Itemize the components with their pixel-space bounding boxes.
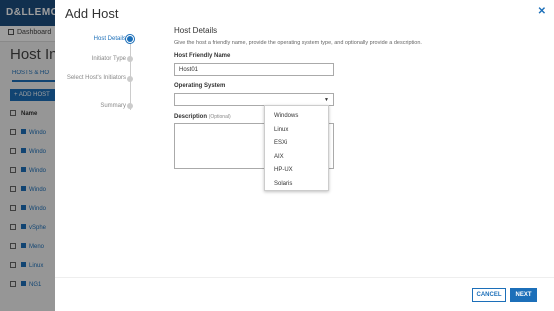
cancel-button[interactable]: CANCEL (472, 288, 506, 302)
os-option[interactable]: ESXi (265, 137, 330, 150)
host-name-label: Host Friendly Name (174, 53, 231, 59)
step-select-initiators[interactable]: Select Host's Initiators (56, 75, 126, 82)
step-initiator-type[interactable]: Initiator Type (56, 56, 126, 63)
os-label: Operating System (174, 83, 226, 89)
description-label-text: Description (174, 114, 208, 120)
next-button[interactable]: NEXT (510, 288, 537, 302)
os-option[interactable]: HP-UX (265, 164, 330, 177)
dialog-title: Add Host (65, 6, 119, 21)
footer-divider (55, 277, 554, 278)
os-option[interactable]: Windows (265, 110, 330, 123)
optional-hint: (Optional) (208, 114, 231, 120)
step-host-details[interactable]: Host Details (56, 36, 126, 43)
close-icon[interactable]: ✕ (538, 6, 546, 17)
wizard-stepper: Host Details Initiator Type Select Host'… (55, 30, 140, 120)
stepper-line (130, 40, 131, 110)
step-indicator (127, 103, 133, 109)
description-label: Description (Optional) (174, 114, 231, 120)
os-dropdown-menu: Windows Linux ESXi AIX HP-UX Solaris (264, 105, 329, 191)
section-description: Give the host a friendly name, provide t… (174, 40, 422, 46)
chevron-down-icon: ▼ (324, 97, 329, 103)
step-indicator-active (127, 36, 133, 42)
step-indicator (127, 76, 133, 82)
host-details-form: Host Details Give the host a friendly na… (174, 26, 514, 169)
os-option[interactable]: Linux (265, 124, 330, 137)
section-title: Host Details (174, 26, 218, 35)
host-name-input[interactable]: Host01 (174, 63, 334, 76)
os-option[interactable]: Solaris (265, 178, 330, 191)
os-option[interactable]: AIX (265, 151, 330, 164)
step-indicator (127, 56, 133, 62)
step-summary[interactable]: Summary (56, 103, 126, 110)
